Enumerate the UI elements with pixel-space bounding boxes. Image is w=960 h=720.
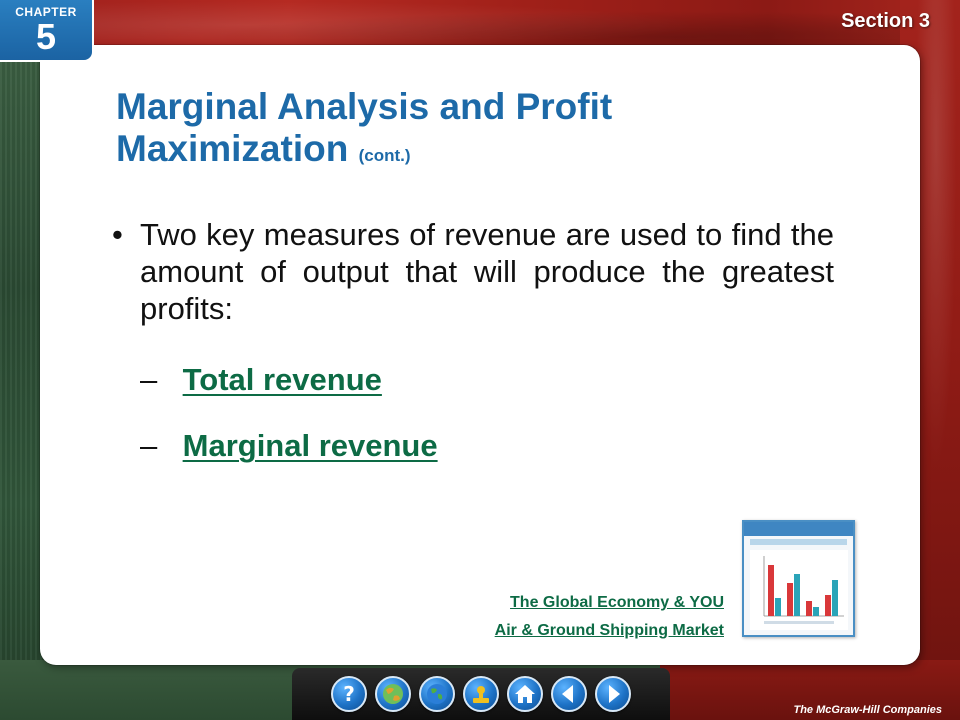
transparency-button[interactable]	[463, 676, 499, 712]
globe-map-icon	[383, 684, 403, 704]
help-button[interactable]: ?	[331, 676, 367, 712]
question-mark-icon: ?	[343, 682, 355, 706]
thumbnail-bar	[832, 580, 838, 616]
global-economy-link[interactable]: The Global Economy & YOU Air & Ground Sh…	[495, 589, 724, 645]
home-icon	[515, 685, 535, 703]
arrow-left-icon	[562, 685, 573, 703]
arrow-right-icon	[609, 685, 620, 703]
thumbnail-header	[744, 522, 853, 536]
bullet-icon: •	[112, 217, 123, 252]
subitem-total-revenue: – Total revenue	[140, 362, 382, 398]
slide-title-cont: (cont.)	[358, 146, 411, 165]
total-revenue-link[interactable]: Total revenue	[183, 362, 382, 397]
bullet-text: Two key measures of revenue are used to …	[140, 217, 834, 326]
dash-icon: –	[140, 428, 158, 463]
global-economy-button[interactable]	[419, 676, 455, 712]
thumbnail-bar	[787, 583, 793, 616]
next-button[interactable]	[595, 676, 631, 712]
global-economy-thumbnail[interactable]	[742, 520, 855, 637]
thumbnail-bar	[794, 574, 800, 616]
thumbnail-bar	[768, 565, 774, 616]
thumbnail-chart	[750, 550, 848, 630]
publisher-logo: The McGraw-Hill Companies	[793, 704, 942, 716]
thumbnail-subheader	[750, 539, 847, 545]
section-label: Section 3	[841, 10, 930, 32]
chapter-tab[interactable]: CHAPTER 5	[0, 0, 94, 62]
bullet-point: • Two key measures of revenue are used t…	[112, 216, 834, 327]
navigation-bar: ?	[292, 668, 670, 720]
world-globe-icon	[427, 684, 447, 704]
dash-icon: –	[140, 362, 158, 397]
home-button[interactable]	[507, 676, 543, 712]
thumbnail-bar	[813, 607, 819, 616]
previous-button[interactable]	[551, 676, 587, 712]
thumbnail-bar	[775, 598, 781, 616]
global-economy-link-line2[interactable]: Air & Ground Shipping Market	[495, 617, 724, 645]
stamp-icon	[473, 686, 489, 703]
subitem-marginal-revenue: – Marginal revenue	[140, 428, 438, 464]
thumbnail-bar	[806, 601, 812, 616]
slide-title: Marginal Analysis and Profit Maximizatio…	[116, 86, 816, 177]
marginal-revenue-link[interactable]: Marginal revenue	[183, 428, 438, 463]
chapter-resources-button[interactable]	[375, 676, 411, 712]
svg-text:?: ?	[343, 682, 355, 706]
thumbnail-bar	[825, 595, 831, 616]
chapter-number: 5	[35, 16, 57, 57]
global-economy-link-line1[interactable]: The Global Economy & YOU	[495, 589, 724, 617]
